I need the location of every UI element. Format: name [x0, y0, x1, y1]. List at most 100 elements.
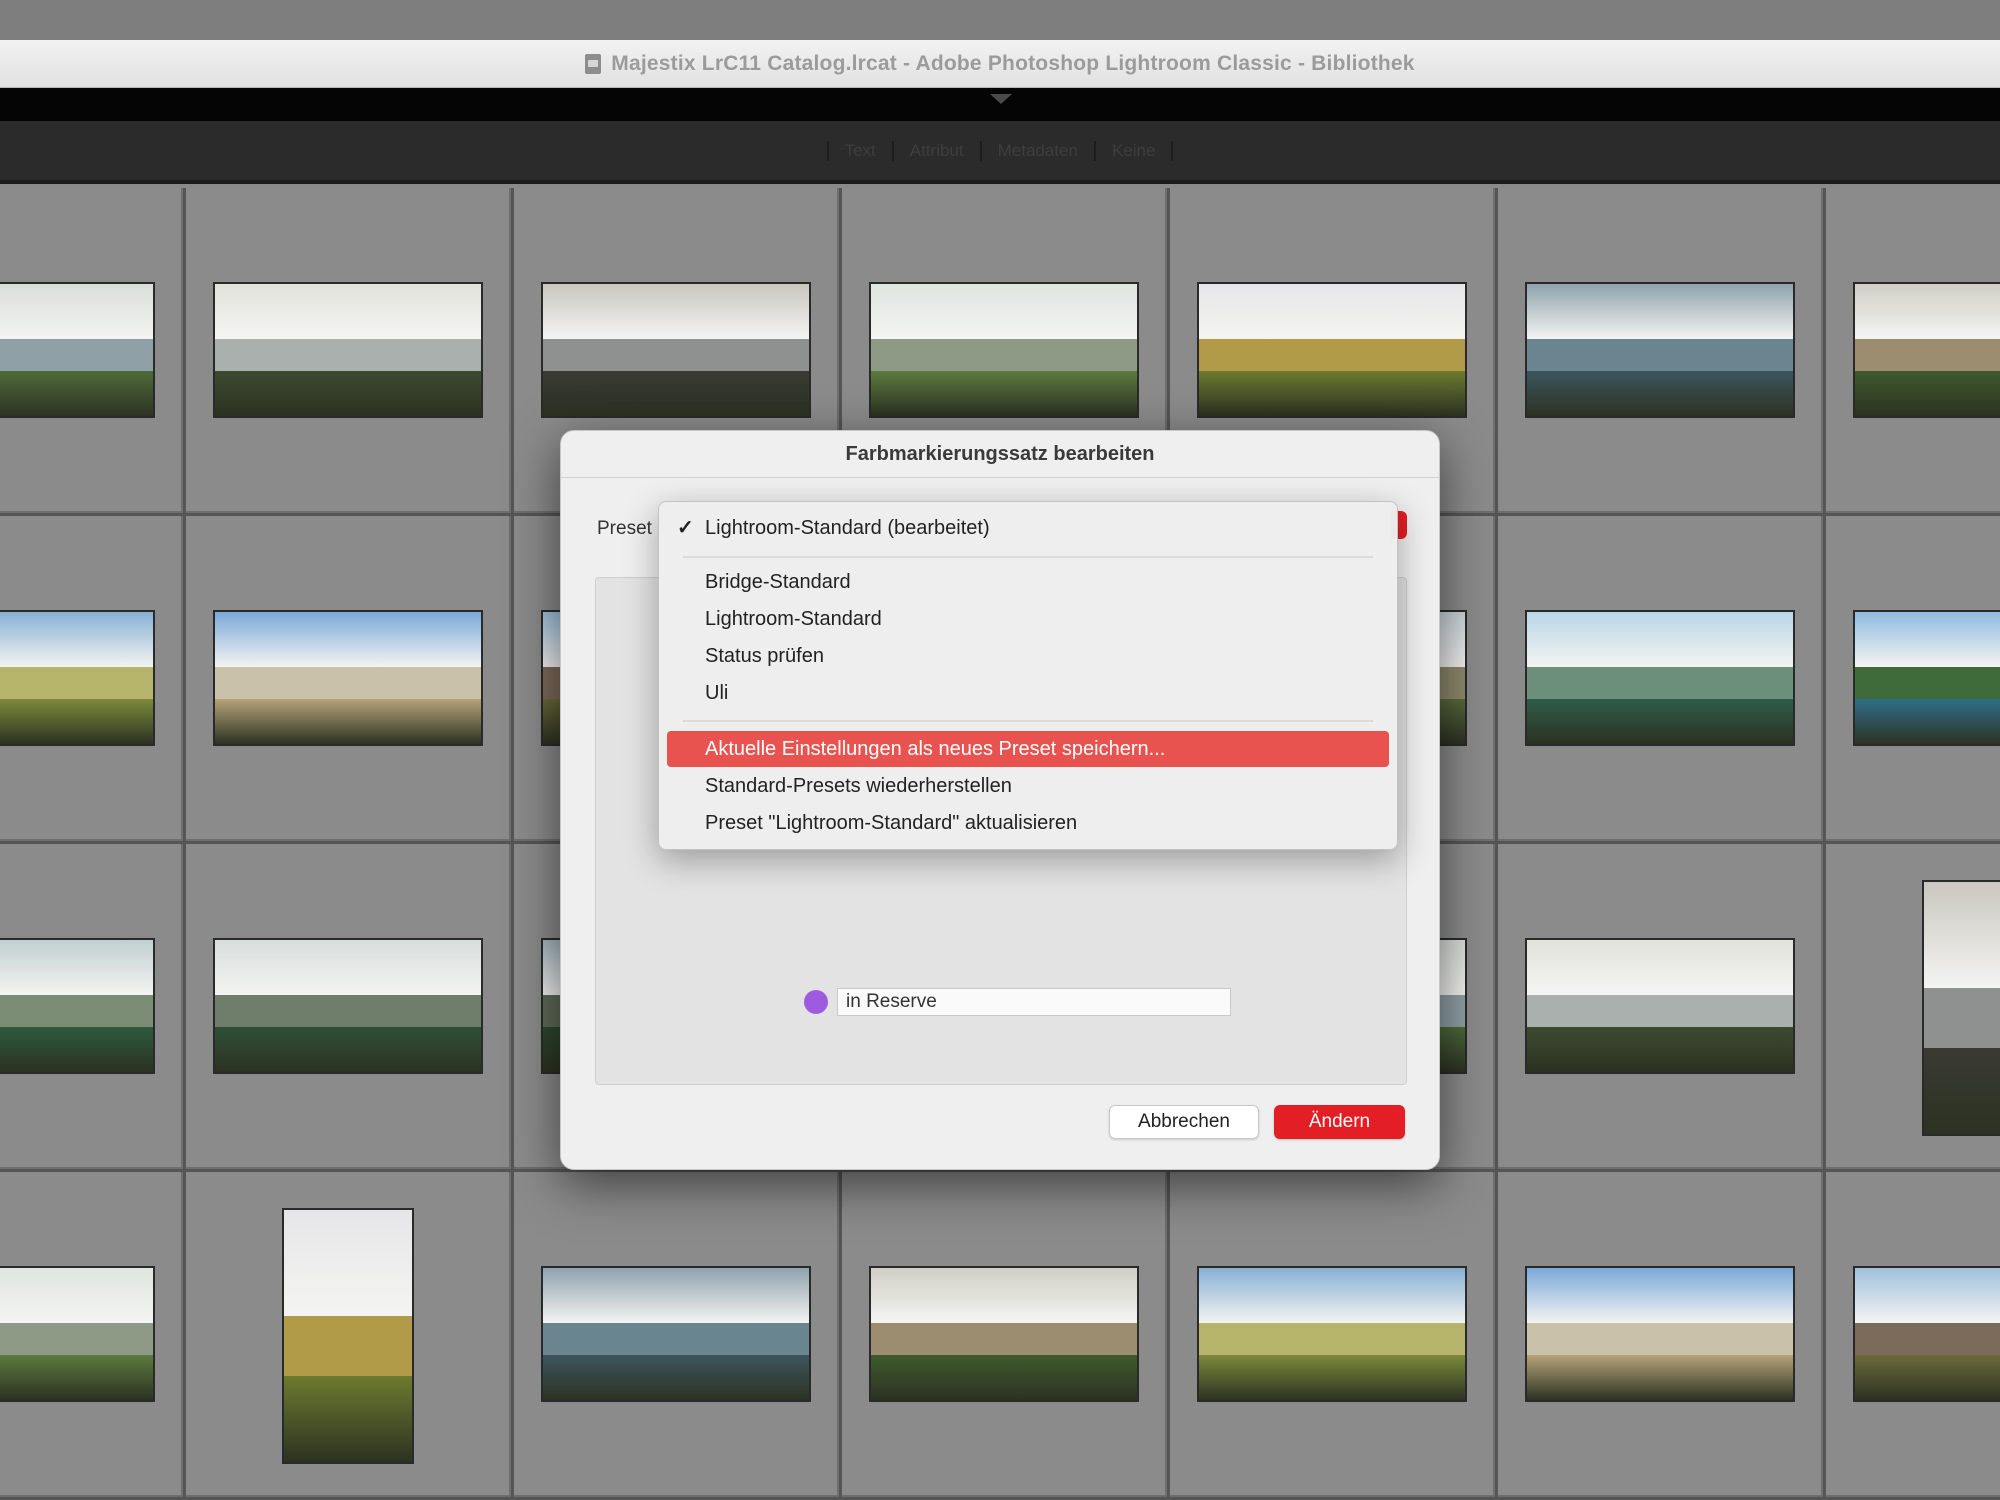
menu-item-update-preset[interactable]: Preset "Lightroom-Standard" aktualisiere…: [667, 805, 1389, 841]
photo-thumbnail[interactable]: [0, 610, 155, 746]
thumbnail-image-region: [1855, 1355, 2000, 1400]
filter-attribute-tab[interactable]: Attribut: [894, 140, 982, 161]
photo-thumbnail[interactable]: [213, 610, 483, 746]
grid-cell[interactable]: [842, 1172, 1167, 1497]
grid-cell[interactable]: [1498, 188, 1823, 513]
grid-cell[interactable]: [1498, 844, 1823, 1169]
thumbnail-image-region: [0, 612, 153, 668]
grid-cell[interactable]: [1826, 188, 2000, 513]
grid-cell[interactable]: [1826, 1172, 2000, 1497]
photo-thumbnail[interactable]: [1197, 1266, 1467, 1402]
label-name-input[interactable]: in Reserve: [837, 988, 1231, 1016]
grid-cell[interactable]: [0, 1172, 183, 1497]
window-title-bar: Majestix LrC11 Catalog.lrcat - Adobe Pho…: [0, 40, 2000, 88]
photo-thumbnail[interactable]: [541, 1266, 811, 1402]
thumbnail-image-region: [1855, 1268, 2000, 1324]
photo-thumbnail[interactable]: [1525, 1266, 1795, 1402]
menu-item-bridge-standard[interactable]: Bridge-Standard: [667, 564, 1389, 600]
thumbnail-image-region: [1527, 371, 1793, 416]
cancel-button[interactable]: Abbrechen: [1109, 1105, 1259, 1139]
thumbnail-image-region: [1527, 699, 1793, 744]
photo-thumbnail[interactable]: [1853, 1266, 2000, 1402]
grid-cell[interactable]: [186, 188, 511, 513]
grid-cell[interactable]: [186, 516, 511, 841]
filter-metadata-tab[interactable]: Metadaten: [982, 140, 1096, 161]
document-icon: [585, 53, 602, 74]
menu-item-uli[interactable]: Uli: [667, 675, 1389, 711]
photo-thumbnail[interactable]: [1197, 282, 1467, 418]
title-divider: [561, 477, 1439, 478]
thumbnail-image-region: [0, 371, 153, 416]
thumbnail-image-region: [871, 1268, 1137, 1324]
menu-item-restore-default-presets[interactable]: Standard-Presets wiederherstellen: [667, 768, 1389, 804]
thumbnail-image-region: [1199, 284, 1465, 340]
menu-item-status-pruefen[interactable]: Status prüfen: [667, 638, 1389, 674]
photo-thumbnail[interactable]: [213, 938, 483, 1074]
filter-none-tab[interactable]: Keine: [1096, 140, 1174, 161]
thumbnail-image-region: [0, 1027, 153, 1072]
dialog-title: Farbmarkierungssatz bearbeiten: [845, 443, 1155, 465]
grid-cell[interactable]: [1498, 1172, 1823, 1497]
grid-cell[interactable]: [0, 844, 183, 1169]
photo-thumbnail[interactable]: [1525, 282, 1795, 418]
thumbnail-image-region: [543, 1355, 809, 1400]
library-filter-bar: Text Attribut Metadaten Keine: [0, 121, 2000, 184]
thumbnail-image-region: [1527, 1268, 1793, 1324]
grid-cell[interactable]: [1826, 844, 2000, 1169]
thumbnail-image-region: [0, 284, 153, 340]
preset-label: Preset: [597, 518, 652, 539]
photo-thumbnail[interactable]: [0, 282, 155, 418]
thumbnail-image-region: [0, 940, 153, 996]
grid-cell[interactable]: [186, 844, 511, 1169]
top-panel-toggle-strip[interactable]: [0, 88, 2000, 121]
thumbnail-image-region: [1924, 1048, 2000, 1134]
menu-separator: [683, 720, 1373, 722]
thumbnail-image-region: [215, 371, 481, 416]
grid-cell[interactable]: [1826, 516, 2000, 841]
thumbnail-image-region: [543, 1268, 809, 1324]
menu-item-lightroom-standard[interactable]: Lightroom-Standard: [667, 601, 1389, 637]
photo-thumbnail[interactable]: [541, 282, 811, 418]
thumbnail-image-region: [1527, 612, 1793, 668]
thumbnail-image-region: [1527, 1355, 1793, 1400]
grid-cell[interactable]: [186, 1172, 511, 1497]
grid-cell[interactable]: [1170, 1172, 1495, 1497]
grid-cell[interactable]: [0, 188, 183, 513]
menu-item-current-preset[interactable]: Lightroom-Standard (bearbeitet): [667, 510, 1389, 546]
photo-thumbnail[interactable]: [869, 1266, 1139, 1402]
thumbnail-image-region: [215, 1027, 481, 1072]
thumbnail-image-region: [1199, 1355, 1465, 1400]
thumbnail-image-region: [215, 284, 481, 340]
photo-thumbnail[interactable]: [0, 938, 155, 1074]
thumbnail-image-region: [871, 1355, 1137, 1400]
thumbnail-image-region: [1527, 1027, 1793, 1072]
menu-item-save-as-new-preset[interactable]: Aktuelle Einstellungen als neues Preset …: [667, 731, 1389, 767]
thumbnail-image-region: [1855, 699, 2000, 744]
thumbnail-image-region: [0, 1268, 153, 1324]
photo-thumbnail[interactable]: [1922, 880, 2000, 1136]
collapse-triangle-icon[interactable]: [990, 94, 1012, 104]
photo-thumbnail[interactable]: [213, 282, 483, 418]
photo-thumbnail[interactable]: [0, 1266, 155, 1402]
thumbnail-image-region: [871, 371, 1137, 416]
photo-thumbnail[interactable]: [1853, 282, 2000, 418]
thumbnail-image-region: [284, 1376, 412, 1462]
filter-text-tab[interactable]: Text: [826, 140, 894, 161]
purple-label-dot-icon: [804, 990, 828, 1014]
photo-thumbnail[interactable]: [869, 282, 1139, 418]
thumbnail-image-region: [215, 612, 481, 668]
grid-cell[interactable]: [0, 516, 183, 841]
grid-cell[interactable]: [514, 1172, 839, 1497]
photo-thumbnail[interactable]: [1525, 610, 1795, 746]
photo-thumbnail[interactable]: [1853, 610, 2000, 746]
change-button[interactable]: Ändern: [1274, 1105, 1405, 1139]
menu-separator: [683, 556, 1373, 558]
thumbnail-image-region: [0, 699, 153, 744]
grid-cell[interactable]: [1498, 516, 1823, 841]
photo-thumbnail[interactable]: [282, 1208, 414, 1464]
thumbnail-image-region: [0, 1355, 153, 1400]
desktop-top-strip: [0, 0, 2000, 40]
thumbnail-image-region: [543, 284, 809, 340]
thumbnail-image-region: [284, 1210, 412, 1316]
photo-thumbnail[interactable]: [1525, 938, 1795, 1074]
